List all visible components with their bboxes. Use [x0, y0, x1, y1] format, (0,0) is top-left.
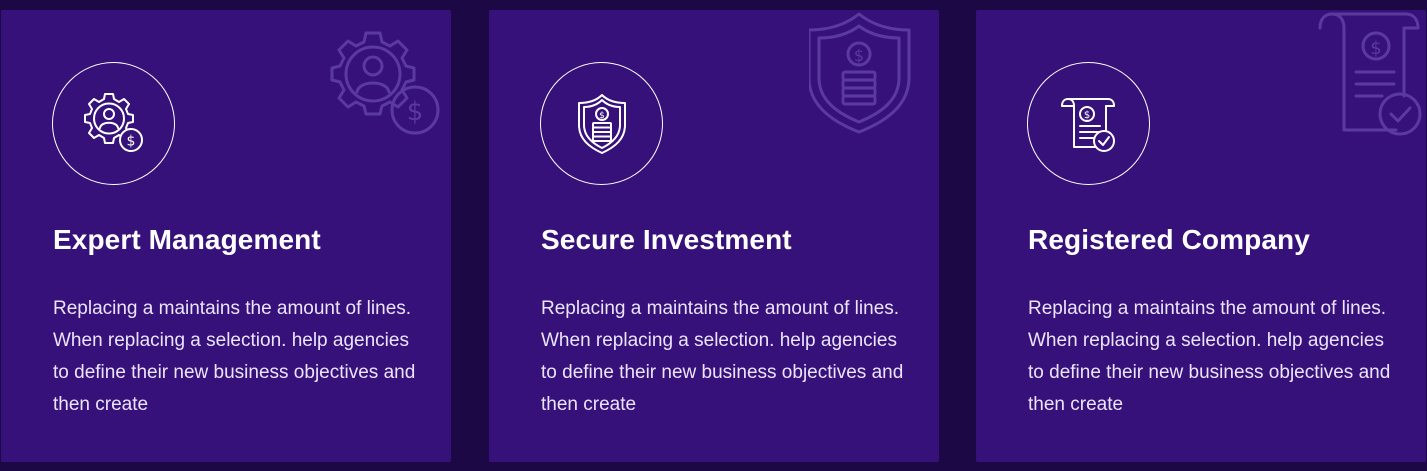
- feature-description: Replacing a maintains the amount of line…: [1028, 298, 1391, 415]
- svg-text:$: $: [1370, 38, 1381, 59]
- feature-card-secure-investment: $ $ Secure Investment Replacing a mainta…: [489, 10, 939, 462]
- icon-circle: $: [1027, 62, 1150, 185]
- feature-title: Secure Investment: [541, 224, 792, 255]
- feature-title: Expert Management: [53, 224, 321, 255]
- gear-user-dollar-icon: $: [83, 92, 143, 152]
- gear-user-dollar-watermark-icon: $: [321, 10, 451, 150]
- icon-circle: $: [52, 62, 175, 185]
- shield-dollar-coins-watermark-icon: $: [807, 10, 939, 150]
- document-dollar-check-icon: $: [1060, 97, 1115, 152]
- svg-text:$: $: [126, 133, 135, 149]
- feature-card-registered-company: $ $ Registered Company Replacing a maint…: [976, 10, 1426, 462]
- svg-text:$: $: [854, 46, 864, 65]
- feature-description: Replacing a maintains the amount of line…: [541, 298, 904, 415]
- document-dollar-check-watermark-icon: $: [1296, 10, 1426, 150]
- svg-text:$: $: [1083, 110, 1089, 121]
- svg-text:$: $: [599, 111, 605, 121]
- feature-description: Replacing a maintains the amount of line…: [53, 298, 416, 415]
- feature-card-expert-management: $ $ Expert Management Replacing a mainta…: [1, 10, 451, 462]
- icon-circle: $: [540, 62, 663, 185]
- svg-text:$: $: [407, 97, 424, 127]
- feature-title: Registered Company: [1028, 224, 1310, 255]
- shield-dollar-coins-icon: $: [577, 93, 626, 154]
